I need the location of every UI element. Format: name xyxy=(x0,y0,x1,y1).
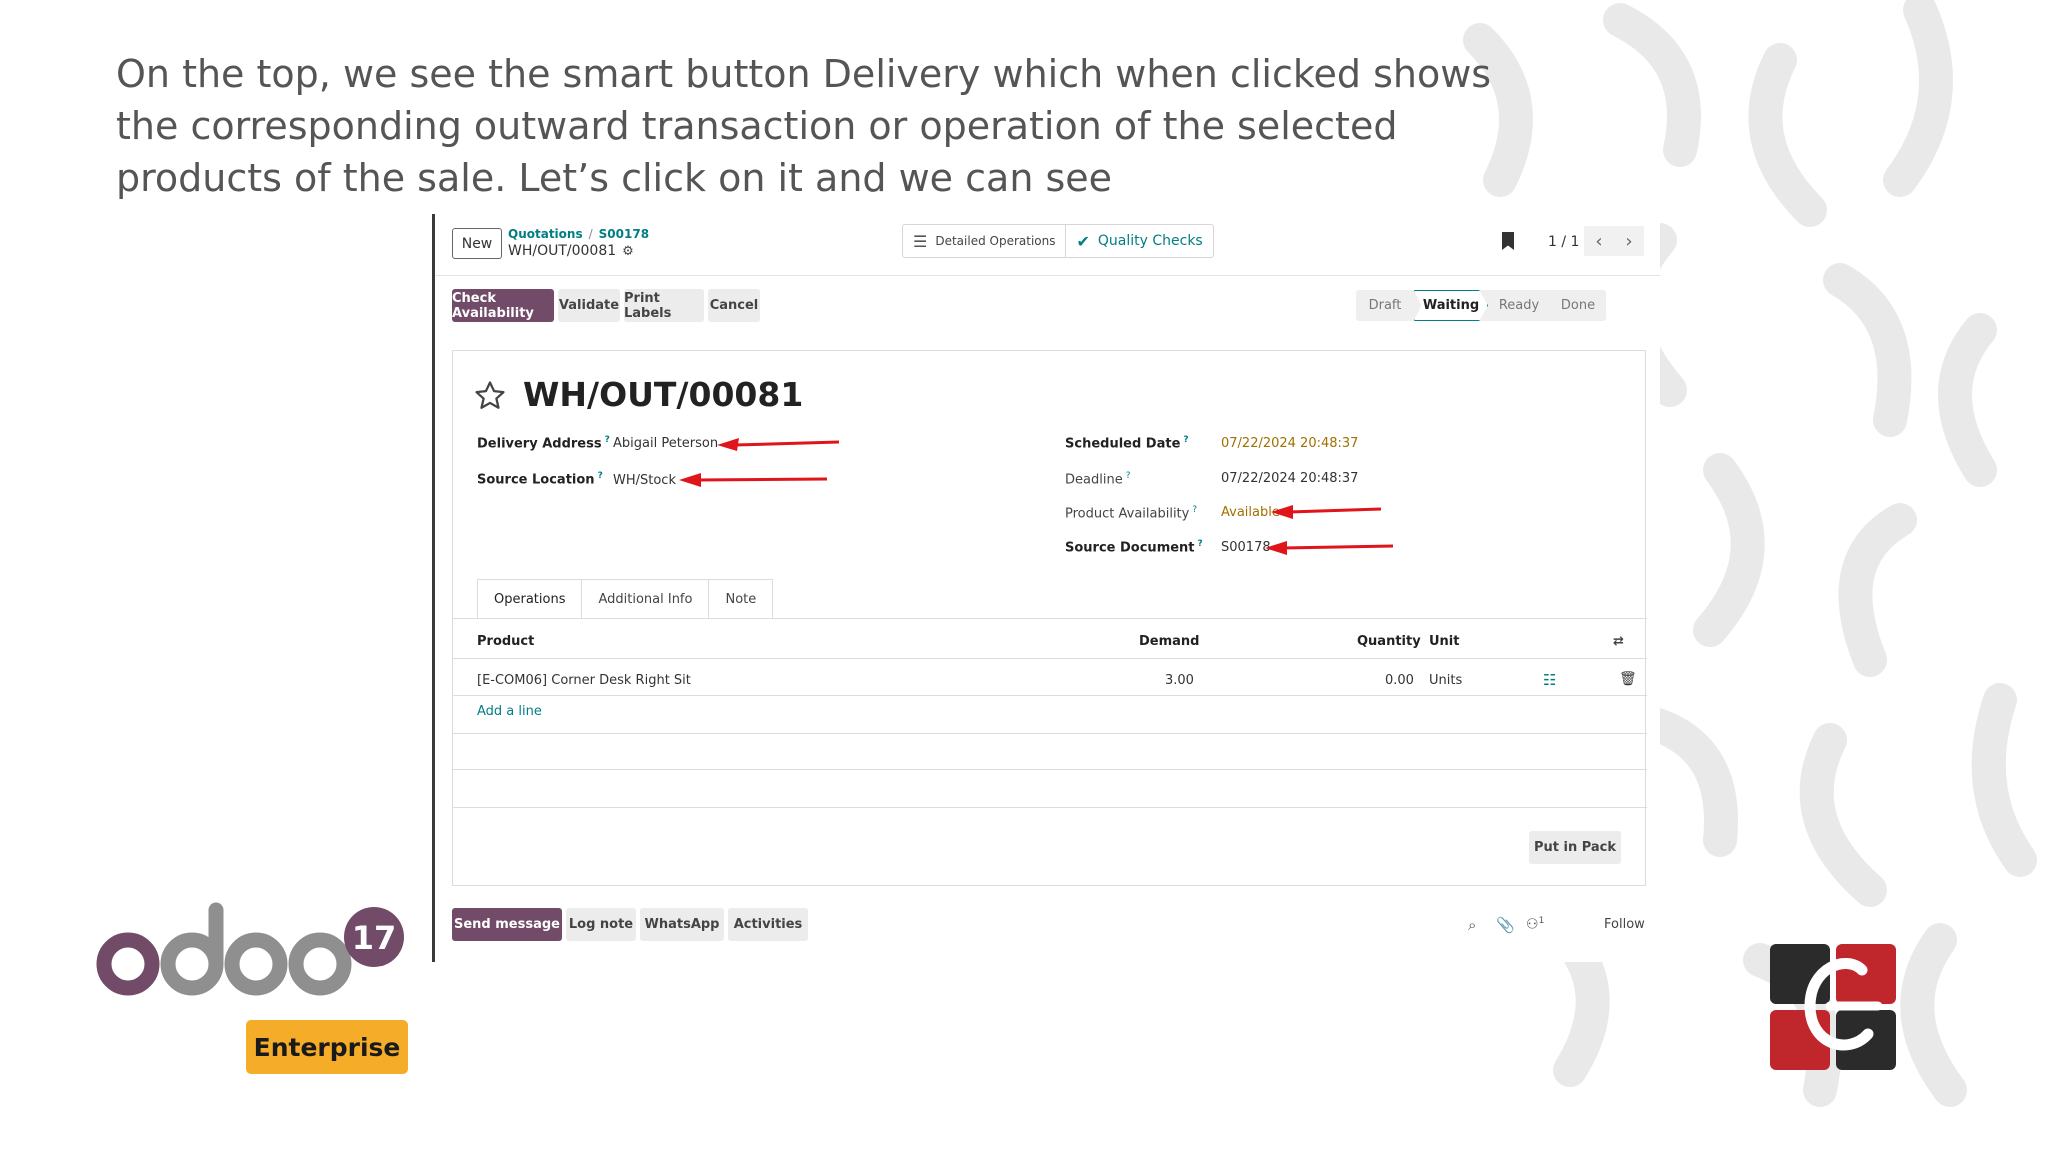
check-icon: ✔ xyxy=(1076,231,1090,251)
annotation-arrow xyxy=(679,473,828,487)
delivery-address-value[interactable]: Abigail Peterson xyxy=(613,436,718,451)
send-message-button[interactable]: Send message xyxy=(452,908,562,941)
details-list-icon[interactable]: ☷ xyxy=(1543,671,1556,689)
slide-caption: On the top, we see the smart button Deli… xyxy=(116,52,1492,200)
chatter-bar: Send message Log note WhatsApp Activitie… xyxy=(436,894,1660,944)
whatsapp-button[interactable]: WhatsApp xyxy=(640,908,724,941)
status-waiting[interactable]: Waiting xyxy=(1414,290,1488,321)
pager-value: 1 / 1 xyxy=(1548,234,1580,250)
current-record-name: WH/OUT/00081 ⚙ xyxy=(508,243,634,259)
validate-button[interactable]: Validate xyxy=(558,289,620,322)
scheduled-date-value[interactable]: 07/22/2024 20:48:37 xyxy=(1221,436,1358,451)
source-location-value[interactable]: WH/Stock xyxy=(613,473,676,488)
detailed-operations-button[interactable]: ☰ Detailed Operations xyxy=(903,225,1065,257)
scheduled-date-label: Scheduled Date? xyxy=(1065,435,1189,452)
quality-checks-button[interactable]: ✔ Quality Checks xyxy=(1065,225,1212,257)
check-availability-button[interactable]: Check Availability xyxy=(452,289,554,322)
annotation-arrow xyxy=(1265,541,1394,555)
follower-count: 1 xyxy=(1538,916,1545,926)
breadcrumb-quotations[interactable]: Quotations xyxy=(508,227,583,241)
breadcrumb: Quotations / S00178 xyxy=(508,227,649,241)
source-location-label: Source Location? xyxy=(477,471,603,488)
status-done[interactable]: Done xyxy=(1550,290,1606,321)
paperclip-icon[interactable]: 📎 xyxy=(1496,916,1515,934)
chevron-left-icon[interactable]: ‹ xyxy=(1584,226,1614,256)
tab-divider xyxy=(453,618,1647,619)
column-demand[interactable]: Demand xyxy=(1139,634,1200,649)
enterprise-badge: Enterprise xyxy=(246,1020,408,1074)
table-divider xyxy=(453,769,1647,770)
form-sheet: WH/OUT/00081 Delivery Address? Abigail P… xyxy=(452,350,1647,886)
put-in-pack-button[interactable]: Put in Pack xyxy=(1529,831,1621,864)
activities-button[interactable]: Activities xyxy=(728,908,808,941)
company-logo xyxy=(1770,944,1896,1070)
row-quantity[interactable]: 0.00 xyxy=(1385,673,1414,688)
print-labels-button[interactable]: Print Labels xyxy=(624,289,704,322)
tab-note[interactable]: Note xyxy=(709,579,774,619)
row-demand[interactable]: 3.00 xyxy=(1165,673,1194,688)
row-product[interactable]: [E-COM06] Corner Desk Right Sit xyxy=(477,673,691,688)
version-badge: 17 xyxy=(352,919,397,957)
search-icon[interactable]: ⌕ xyxy=(1468,916,1476,934)
status-draft[interactable]: Draft xyxy=(1356,290,1414,321)
current-record-label: WH/OUT/00081 xyxy=(508,243,617,259)
status-ready[interactable]: Ready xyxy=(1488,290,1550,321)
log-note-button[interactable]: Log note xyxy=(566,908,636,941)
deadline-label: Deadline? xyxy=(1065,471,1131,488)
cancel-button[interactable]: Cancel xyxy=(708,289,760,322)
gear-icon[interactable]: ⚙ xyxy=(622,244,634,259)
annotation-arrow xyxy=(717,438,840,451)
followers-icon[interactable]: ⚇1 xyxy=(1526,916,1544,933)
list-icon: ☰ xyxy=(913,231,928,251)
source-document-value[interactable]: S00178 xyxy=(1221,540,1271,555)
quality-checks-label: Quality Checks xyxy=(1097,233,1203,249)
record-title: WH/OUT/00081 xyxy=(523,375,804,414)
add-line-link[interactable]: Add a line xyxy=(477,704,542,719)
column-product[interactable]: Product xyxy=(477,634,534,649)
follow-button[interactable]: Follow xyxy=(1604,917,1645,932)
delivery-address-label: Delivery Address? xyxy=(477,435,610,452)
chevron-right-icon[interactable]: › xyxy=(1614,226,1644,256)
table-divider xyxy=(453,733,1647,734)
product-availability-label: Product Availability? xyxy=(1065,505,1198,522)
settings-sliders-icon[interactable]: ⇄ xyxy=(1613,634,1624,649)
tab-operations[interactable]: Operations xyxy=(477,579,583,619)
detailed-operations-label: Detailed Operations xyxy=(935,234,1056,248)
tab-additional-info[interactable]: Additional Info xyxy=(582,579,710,619)
breadcrumb-separator: / xyxy=(588,227,593,241)
smart-buttons: ☰ Detailed Operations ✔ Quality Checks xyxy=(902,224,1214,258)
status-bar: Draft Waiting Ready Done xyxy=(1356,290,1606,321)
new-button[interactable]: New xyxy=(452,228,502,259)
odoo-screenshot: New Quotations / S00178 WH/OUT/00081 ⚙ ☰ D… xyxy=(436,214,1660,962)
column-quantity[interactable]: Quantity xyxy=(1357,634,1421,649)
control-panel: New Quotations / S00178 WH/OUT/00081 ⚙ ☰ D… xyxy=(436,214,1660,276)
row-unit[interactable]: Units xyxy=(1429,673,1462,688)
breadcrumb-order[interactable]: S00178 xyxy=(599,227,649,241)
column-unit[interactable]: Unit xyxy=(1429,634,1459,649)
annotation-arrow xyxy=(1271,505,1382,519)
source-document-label: Source Document? xyxy=(1065,539,1203,556)
bookmark-icon[interactable] xyxy=(1502,232,1514,250)
table-divider xyxy=(453,807,1647,808)
table-divider xyxy=(453,658,1647,659)
table-divider xyxy=(453,695,1647,696)
trash-icon[interactable]: 🗑 xyxy=(1619,671,1637,687)
notebook-tabs: Operations Additional Info Note xyxy=(477,579,774,619)
deadline-value[interactable]: 07/22/2024 20:48:37 xyxy=(1221,471,1358,486)
star-icon[interactable] xyxy=(473,379,507,413)
divider-line xyxy=(432,214,435,962)
